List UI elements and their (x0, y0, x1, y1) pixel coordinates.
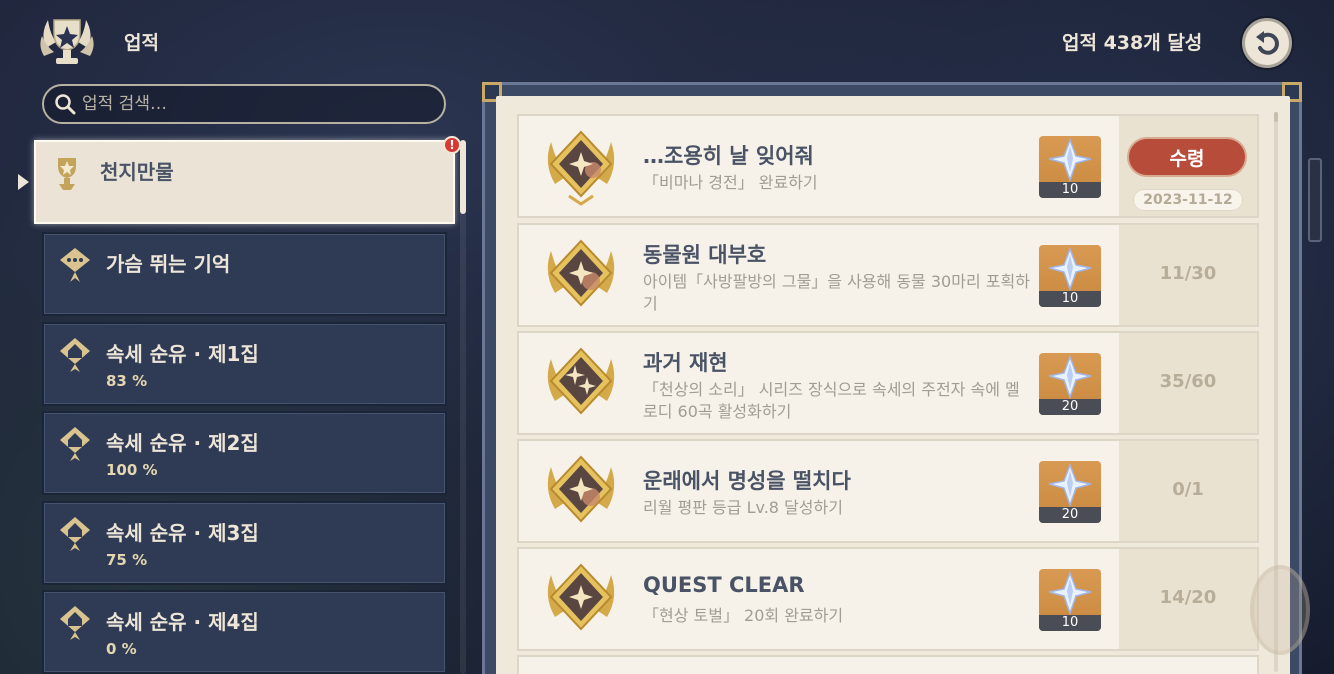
claim-button[interactable]: 수령 (1127, 137, 1247, 177)
reward-item[interactable]: 20 (1039, 461, 1101, 523)
reward-amount: 10 (1039, 291, 1101, 307)
house-icon (60, 606, 90, 640)
achievement-row[interactable]: 동물원 대부호 아이템「사방팔방의 그물」을 사용해 동물 30마리 포획하기 … (517, 223, 1259, 327)
category-item-wonders-2[interactable]: 속세 순유 · 제2집 100 % (42, 411, 447, 495)
achievement-row-partial[interactable] (517, 655, 1259, 674)
category-item-wonders-3[interactable]: 속세 순유 · 제3집 75 % (42, 501, 447, 585)
reward-item[interactable]: 20 (1039, 353, 1101, 415)
category-scrollbar[interactable] (460, 140, 466, 674)
achievement-desc: 「비마나 경전」 완료하기 (643, 173, 818, 192)
achievement-status: 14/20 (1119, 549, 1257, 649)
achievement-progress: 11/30 (1159, 263, 1217, 284)
category-progress: 100 % (106, 461, 158, 479)
search-input[interactable] (82, 94, 412, 114)
achievement-title: 과거 재현 (643, 351, 728, 375)
category-item-wonders-1[interactable]: 속세 순유 · 제1집 83 % (42, 322, 447, 406)
search-box[interactable] (42, 84, 446, 124)
achievement-title: …조용히 날 잊어줘 (643, 144, 814, 168)
achievement-status: 수령 2023-11-12 (1119, 116, 1257, 216)
reward-amount: 10 (1039, 615, 1101, 631)
achievement-medal-icon (547, 130, 615, 206)
trophy-emblem-icon (34, 8, 100, 74)
category-progress: 75 % (106, 551, 148, 569)
category-label: 속세 순유 · 제2집 (106, 431, 259, 455)
category-item-wonders-4[interactable]: 속세 순유 · 제4집 0 % (42, 590, 447, 674)
primogem-icon (1048, 570, 1092, 616)
achievement-progress: 14/20 (1159, 587, 1217, 608)
category-progress: 83 % (106, 372, 148, 390)
selected-arrow-icon (18, 174, 29, 190)
completion-date: 2023-11-12 (1133, 189, 1243, 211)
category-progress: 0 % (106, 640, 137, 658)
back-arrow-icon (1256, 31, 1279, 55)
achievement-desc: 리월 평판 등급 Lv.8 달성하기 (643, 498, 843, 517)
achievement-title: 동물원 대부호 (643, 243, 767, 267)
achievement-title: QUEST CLEAR (643, 573, 805, 597)
category-item-memory[interactable]: 가슴 뛰는 기억 (42, 232, 447, 316)
achievement-medal-icon (547, 239, 615, 307)
achievement-medal-icon (547, 455, 615, 523)
speech-bubble-icon (60, 248, 90, 282)
achievement-row[interactable]: …조용히 날 잊어줘 「비마나 경전」 완료하기 10 수령 2023-11-1… (517, 114, 1259, 218)
achievement-desc: 「천상의 소리」 시리즈 장식으로 속세의 주전자 속에 멜로디 60곡 활성화… (643, 380, 1020, 421)
reward-amount: 10 (1039, 182, 1101, 198)
decorative-disc (1250, 565, 1310, 655)
achievement-row[interactable]: 과거 재현 「천상의 소리」 시리즈 장식으로 속세의 주전자 속에 멜로디 6… (517, 331, 1259, 435)
scrollbar-thumb[interactable] (460, 140, 466, 214)
achievement-progress: 0/1 (1172, 479, 1204, 500)
achievement-title: 운래에서 명성을 떨치다 (643, 469, 851, 493)
reward-amount: 20 (1039, 399, 1101, 415)
achievement-total: 업적 438개 달성 (1062, 32, 1203, 54)
reward-item[interactable]: 10 (1039, 136, 1101, 198)
search-icon (55, 94, 76, 115)
achievement-desc: 「현상 토벌」 20회 완료하기 (643, 606, 844, 625)
achievement-status: 0/1 (1119, 441, 1257, 541)
achievement-status: 35/60 (1119, 333, 1257, 433)
achievement-row[interactable]: QUEST CLEAR 「현상 토벌」 20회 완료하기 10 14/20 (517, 547, 1259, 651)
category-label: 속세 순유 · 제1집 (106, 342, 259, 366)
primogem-icon (1048, 462, 1092, 508)
primogem-icon (1048, 354, 1092, 400)
category-label: 속세 순유 · 제3집 (106, 521, 259, 545)
category-label: 천지만물 (100, 160, 174, 184)
reward-amount: 20 (1039, 507, 1101, 523)
category-label: 속세 순유 · 제4집 (106, 610, 259, 634)
side-handle (1308, 158, 1322, 242)
achievement-medal-icon (547, 563, 615, 631)
achievement-desc: 아이템「사방팔방의 그물」을 사용해 동물 30마리 포획하기 (643, 272, 1030, 313)
house-icon (60, 427, 90, 461)
trophy-icon (58, 158, 76, 190)
reward-item[interactable]: 10 (1039, 569, 1101, 631)
achievement-medal-icon (547, 347, 615, 415)
category-label: 가슴 뛰는 기억 (106, 252, 231, 276)
house-icon (60, 517, 90, 551)
primogem-icon (1048, 137, 1092, 183)
alert-badge: ! (443, 136, 461, 154)
primogem-icon (1048, 246, 1092, 292)
scrollbar-thumb[interactable] (1274, 112, 1278, 122)
reward-item[interactable]: 10 (1039, 245, 1101, 307)
house-icon (60, 338, 90, 372)
page-title: 업적 (124, 32, 159, 54)
back-button[interactable] (1242, 18, 1292, 68)
achievement-status: 11/30 (1119, 225, 1257, 325)
achievement-progress: 35/60 (1159, 371, 1217, 392)
category-item-cheonji[interactable]: 천지만물 ! (34, 136, 461, 224)
achievement-row[interactable]: 운래에서 명성을 떨치다 리월 평판 등급 Lv.8 달성하기 20 0/1 (517, 439, 1259, 543)
